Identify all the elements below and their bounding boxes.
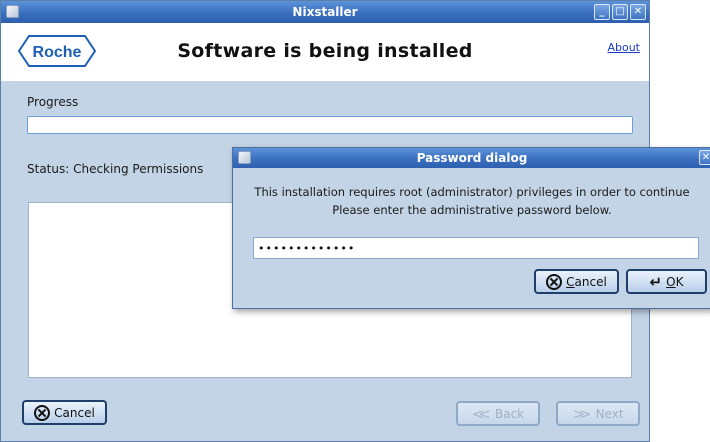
maximize-button[interactable]: □ <box>612 4 628 20</box>
progress-label: Progress <box>27 95 79 109</box>
next-button[interactable]: >> Next <box>556 401 640 426</box>
window-controls: _ □ ✕ <box>594 4 646 20</box>
enter-arrow-icon: ↵ <box>649 272 663 291</box>
circle-x-icon <box>546 273 563 290</box>
double-chevron-left-icon: << <box>471 404 491 423</box>
dialog-message-line1: This installation requires root (adminis… <box>254 185 690 199</box>
dialog-close-button[interactable]: ✕ <box>699 150 710 165</box>
dialog-titlebar[interactable]: Password dialog ✕ <box>233 148 710 168</box>
app-icon <box>6 5 19 18</box>
dialog-cancel-label: Cancel <box>566 274 607 289</box>
dialog-app-icon <box>238 151 251 164</box>
installer-header: Roche Software is being installed About <box>1 23 649 81</box>
page-title: Software is being installed <box>177 40 473 62</box>
dialog-cancel-button[interactable]: Cancel <box>534 269 619 294</box>
cancel-button-label: Cancel <box>54 405 95 420</box>
close-button[interactable]: ✕ <box>630 4 646 20</box>
window-titlebar[interactable]: Nixstaller _ □ ✕ <box>1 1 649 23</box>
circle-x-icon <box>34 404 51 421</box>
minimize-button[interactable]: _ <box>594 4 610 20</box>
dialog-message: This installation requires root (adminis… <box>233 183 710 219</box>
password-field[interactable] <box>253 237 699 259</box>
status-text: Status: Checking Permissions <box>27 162 204 176</box>
about-link[interactable]: About <box>607 41 640 54</box>
back-button[interactable]: << Back <box>456 401 540 426</box>
cancel-button[interactable]: Cancel <box>22 400 107 425</box>
dialog-ok-button[interactable]: ↵ OK <box>626 269 707 294</box>
progress-bar <box>27 116 633 134</box>
double-chevron-right-icon: >> <box>572 404 591 423</box>
back-button-label: Back <box>495 406 525 421</box>
window-title: Nixstaller <box>292 5 358 19</box>
dialog-message-line2: Please enter the administrative password… <box>332 203 612 217</box>
dialog-ok-label: OK <box>666 274 684 289</box>
dialog-title: Password dialog <box>416 151 528 165</box>
password-dialog: Password dialog ✕ This installation requ… <box>232 147 710 309</box>
next-button-label: Next <box>595 406 624 421</box>
